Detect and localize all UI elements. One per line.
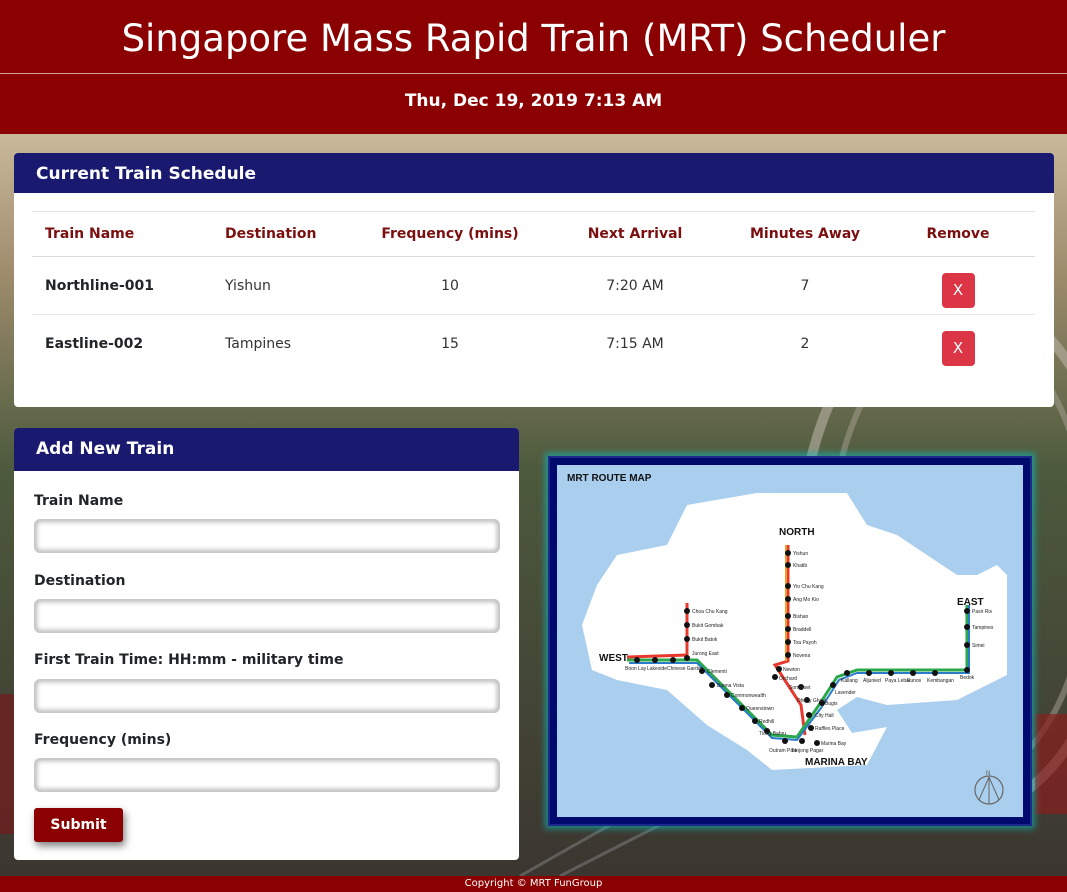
table-header-row: Train Name Destination Frequency (mins) …	[32, 211, 1035, 257]
schedule-card-title: Current Train Schedule	[14, 153, 1054, 193]
footer: Copyright © MRT FunGroup	[0, 876, 1067, 892]
map-label-north: NORTH	[779, 527, 815, 538]
first-train-time-input[interactable]	[34, 679, 500, 713]
station-label: Tanjong Pagar	[791, 748, 824, 754]
station-label: Clementi	[707, 669, 727, 675]
page-title: Singapore Mass Rapid Train (MRT) Schedul…	[0, 0, 1067, 74]
station-label: Simei	[972, 643, 985, 649]
column-header-frequency: Frequency (mins)	[359, 211, 541, 257]
station-label: Khatib	[793, 563, 807, 569]
train-name-input[interactable]	[34, 519, 500, 553]
station-label: Jurong East	[692, 651, 719, 657]
cell-minutes-away: 7	[729, 256, 881, 315]
station-label: Newton	[783, 667, 800, 673]
station-label: Yishun	[793, 551, 808, 557]
frequency-input[interactable]	[34, 758, 500, 792]
remove-train-button[interactable]: X	[941, 273, 975, 308]
copyright-text: Copyright © MRT FunGroup	[464, 878, 603, 889]
cell-remove: X	[881, 315, 1035, 373]
column-header-next-arrival: Next Arrival	[541, 211, 729, 257]
station-label: Lakeside	[647, 666, 667, 672]
schedule-table: Train Name Destination Frequency (mins) …	[32, 211, 1035, 373]
station-label: Bedok	[960, 675, 975, 681]
cell-next-arrival: 7:15 AM	[606, 335, 664, 352]
table-row: Eastline-002 Tampines 15 7:15 AM 2 X	[32, 315, 1035, 373]
column-header-train-name: Train Name	[32, 211, 212, 257]
first-train-time-label: First Train Time: HH:mm - military time	[34, 652, 344, 668]
station-label: Kallang	[841, 678, 858, 684]
train-name-label: Train Name	[34, 493, 124, 509]
map-label-east: EAST	[957, 597, 984, 608]
station-label: Bugis	[825, 701, 838, 707]
cell-destination: Yishun	[212, 256, 359, 315]
schedule-card: Current Train Schedule Train Name Destin…	[14, 153, 1054, 407]
map-svg: MRT ROUTE MAP NORTH EAST WEST MARINA BAY…	[567, 473, 1007, 805]
station-label: Chinese Garden	[667, 666, 704, 672]
table-row: Northline-001 Yishun 10 7:20 AM 7 X	[32, 256, 1035, 315]
column-header-minutes-away: Minutes Away	[729, 211, 881, 257]
station-label: City Hall	[815, 713, 834, 719]
station-label: Queenstown	[746, 706, 774, 712]
station-label: Boon Lay	[625, 666, 647, 672]
compass-label: N	[986, 771, 990, 777]
station-label: Bukit Gombak	[692, 623, 724, 629]
station-label: Commonwealth	[731, 693, 766, 699]
station-label: Buona Vista	[717, 683, 744, 689]
station-label: Braddell	[793, 627, 811, 633]
add-train-card: Add New Train Train Name Destination Fir…	[14, 428, 519, 860]
cell-frequency: 15	[441, 335, 459, 352]
column-header-remove: Remove	[881, 211, 1035, 257]
station-label: Lavender	[835, 690, 856, 696]
submit-button[interactable]: Submit	[34, 808, 123, 842]
station-label: Bukit Batok	[692, 637, 718, 643]
cell-destination: Tampines	[225, 335, 292, 352]
cell-train-name: Northline-001	[32, 256, 212, 315]
current-datetime: Thu, Dec 19, 2019 7:13 AM	[404, 91, 663, 111]
destination-label: Destination	[34, 573, 126, 589]
mrt-route-map: MRT ROUTE MAP NORTH EAST WEST MARINA BAY…	[548, 456, 1032, 826]
cell-minutes-away: 2	[800, 335, 810, 352]
page-header: Singapore Mass Rapid Train (MRT) Schedul…	[0, 0, 1067, 134]
station-label: Yio Chu Kang	[793, 584, 824, 590]
station-label: Eunos	[907, 678, 922, 684]
map-canvas: MRT ROUTE MAP NORTH EAST WEST MARINA BAY…	[557, 465, 1023, 817]
station-label: Novena	[793, 653, 810, 659]
station-label: Bishan	[793, 614, 809, 620]
cell-train-name: Eastline-002	[45, 335, 144, 352]
cell-remove: X	[881, 256, 1035, 315]
station-label: Choa Chu Kang	[692, 609, 728, 615]
station-label: Somerset	[789, 685, 811, 691]
add-train-card-title: Add New Train	[14, 428, 519, 471]
station-label: Dhoby Ghaut	[797, 698, 827, 704]
map-label-marina-bay: MARINA BAY	[805, 757, 868, 768]
station-label: Ang Mo Kio	[793, 597, 819, 603]
station-label: Orchard	[779, 676, 797, 682]
cell-frequency: 10	[359, 256, 541, 315]
station-label: Kembangan	[927, 678, 954, 684]
station-label: Toa Payoh	[793, 640, 817, 646]
destination-input[interactable]	[34, 599, 500, 633]
station-label: Tiong Bahru	[759, 731, 786, 737]
frequency-label: Frequency (mins)	[34, 732, 172, 748]
cell-next-arrival: 7:20 AM	[541, 256, 729, 315]
station-label: Pasir Ris	[972, 609, 993, 615]
station-label: Tampines	[972, 625, 994, 631]
station-label: Raffles Place	[815, 726, 845, 732]
map-label-west: WEST	[599, 653, 628, 664]
map-title: MRT ROUTE MAP	[567, 473, 652, 484]
station-label: Marina Bay	[821, 741, 847, 747]
station-label: Aljunied	[863, 678, 881, 684]
compass-icon: N	[974, 771, 1004, 805]
station-label: Redhill	[759, 719, 774, 725]
column-header-destination: Destination	[212, 211, 359, 257]
remove-train-button[interactable]: X	[941, 331, 975, 367]
